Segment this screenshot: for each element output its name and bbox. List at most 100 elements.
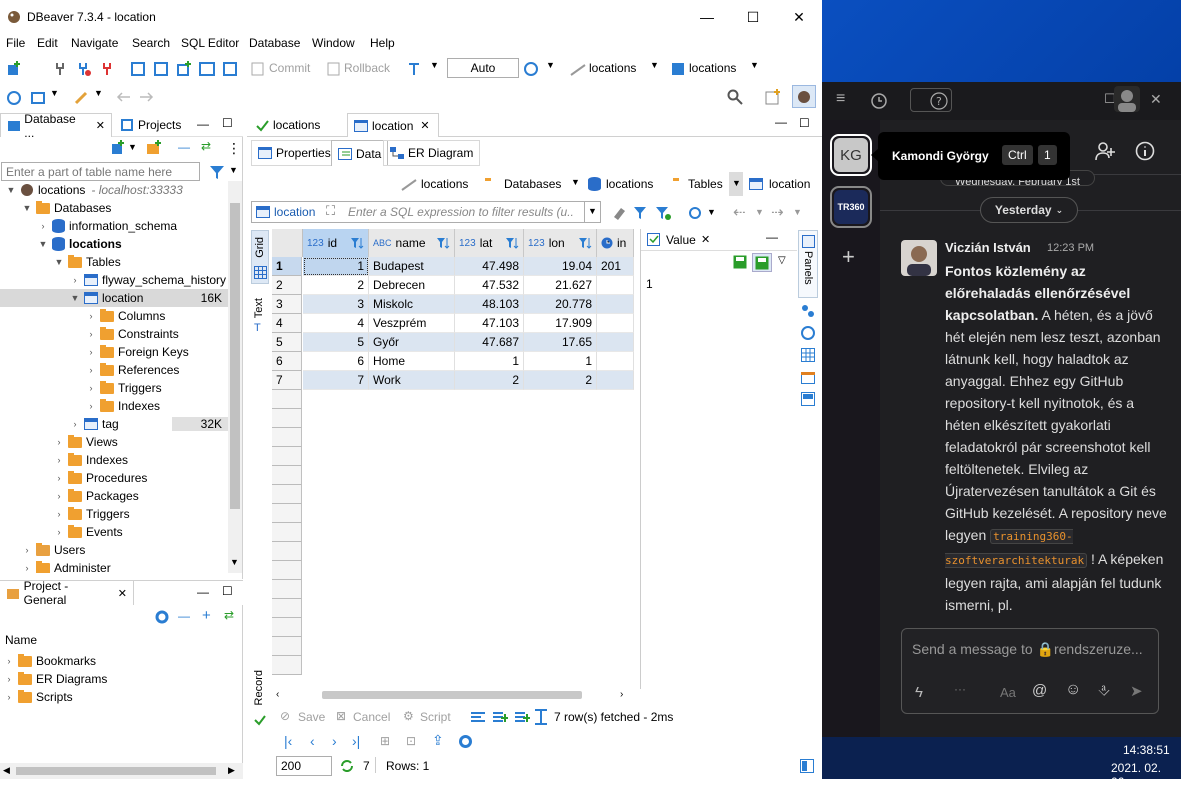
open-sql-console-icon[interactable] (153, 61, 169, 77)
tab-record[interactable]: Record (251, 668, 269, 728)
row-number[interactable]: 5 (272, 333, 302, 352)
last-page-icon[interactable]: ›| (352, 733, 360, 749)
grid-cell-lon[interactable]: 21.627 (524, 276, 597, 295)
breadcrumb-databases[interactable]: Databases (504, 177, 561, 191)
grid-hscrollbar[interactable]: ‹ › (272, 687, 635, 703)
commit-button[interactable]: Commit (269, 61, 310, 75)
open-perspective-icon[interactable] (765, 89, 781, 105)
chevron-left-icon[interactable]: ◀ (3, 765, 10, 776)
grid-cell-in[interactable] (597, 333, 634, 352)
settings-icon[interactable] (154, 609, 170, 625)
scrollbar-thumb[interactable] (16, 767, 216, 775)
calendar-panel-icon[interactable] (801, 370, 815, 384)
grid-cell-lon[interactable]: 20.778 (524, 295, 597, 314)
tab-database-navigator[interactable]: Database ... ✕ (0, 112, 112, 140)
gear-icon[interactable] (458, 734, 473, 749)
new-folder-icon[interactable] (146, 140, 162, 156)
column-header-id[interactable]: 123 id (303, 229, 369, 257)
history-icon[interactable] (870, 92, 888, 110)
chevron-down-icon[interactable]: ▼ (546, 60, 555, 70)
project-hscrollbar[interactable]: ◀ ▶ (0, 763, 243, 779)
link-icon[interactable]: ⇄ (224, 608, 234, 622)
breadcrumb-table[interactable]: location (769, 177, 810, 191)
previous-page-icon[interactable]: ‹ (310, 733, 315, 749)
connect-icon[interactable] (52, 61, 68, 77)
tree-item-information-schema[interactable]: › information_schema (38, 217, 177, 235)
grid-cell-lat[interactable]: 47.498 (455, 257, 524, 276)
grid-cell-lat[interactable]: 48.103 (455, 295, 524, 314)
next-page-icon[interactable]: › (332, 733, 337, 749)
grid-cell-in[interactable] (597, 314, 634, 333)
tree-item-constraints[interactable]: › Constraints (86, 325, 179, 343)
grid-cell-lon[interactable]: 17.65 (524, 333, 597, 352)
tab-project-general[interactable]: Project - General ✕ (0, 579, 134, 607)
close-icon[interactable]: ✕ (96, 119, 105, 132)
tree-item-flyway-schema-history[interactable]: › flyway_schema_history (70, 271, 227, 289)
row-number[interactable]: 1 (272, 257, 302, 276)
tools-icon[interactable] (74, 89, 90, 105)
chevron-down-icon[interactable]: ▼ (128, 142, 137, 152)
chevron-left-icon[interactable]: ‹ (276, 689, 279, 700)
tab-grid[interactable]: Grid (251, 230, 269, 284)
tree-item-tables[interactable]: ▼ Tables (54, 253, 121, 271)
transaction-mode-field[interactable]: Auto (447, 58, 519, 78)
chevron-down-icon[interactable]: ▼ (230, 557, 239, 567)
new-script-icon[interactable] (176, 61, 192, 77)
menu-file[interactable]: File (6, 36, 25, 50)
layout-panel-icon[interactable] (801, 392, 815, 406)
grid-cell-in[interactable] (597, 276, 634, 295)
chevron-down-icon[interactable]: ▼ (650, 60, 659, 70)
sort-filter-icon[interactable] (505, 236, 519, 250)
grid-cell-id[interactable]: 5 (303, 333, 369, 352)
column-header-in[interactable]: in (597, 229, 634, 257)
aggregate-panel-icon[interactable] (801, 326, 815, 340)
close-icon[interactable]: ✕ (420, 119, 429, 132)
grid-cell-id[interactable]: 6 (303, 352, 369, 371)
explain-icon[interactable] (222, 61, 238, 77)
breadcrumb-dropdown[interactable]: ▼ (729, 172, 743, 196)
sql-editor-icon[interactable] (130, 61, 146, 77)
clock-date[interactable]: 2021. 02. 06. (1111, 761, 1181, 789)
workspace-tr360[interactable]: TR360 (830, 186, 872, 228)
maximize-button[interactable]: ☐ (730, 0, 776, 34)
grid-cell-lat[interactable]: 47.103 (455, 314, 524, 333)
dashboard-icon[interactable] (6, 89, 22, 105)
tree-item-procedures[interactable]: › Procedures (54, 469, 147, 487)
tree-item-references[interactable]: › References (86, 361, 179, 379)
first-page-icon[interactable]: |‹ (284, 733, 292, 749)
forward-icon[interactable]: ⇢ (771, 203, 784, 221)
add-people-icon[interactable] (1094, 140, 1116, 162)
chevron-down-icon[interactable]: ▼ (793, 207, 802, 217)
tree-item-locations-db[interactable]: ▼ locations (38, 235, 122, 253)
row-number[interactable]: 4 (272, 314, 302, 333)
help-search-box[interactable]: ? (910, 88, 952, 112)
chevron-down-icon[interactable]: ▼ (707, 207, 716, 217)
minimize-view-icon[interactable]: — (197, 117, 209, 131)
tree-item-administer[interactable]: › Administer (22, 559, 111, 573)
panels-toggle[interactable]: Panels (798, 230, 818, 298)
menu-navigate[interactable]: Navigate (71, 36, 118, 50)
save-value-icon[interactable] (733, 255, 747, 269)
new-connection-icon[interactable] (6, 61, 22, 77)
terminal-icon[interactable] (199, 61, 215, 77)
add-icon[interactable]: + (202, 607, 211, 624)
column-header-name[interactable]: ABC name (369, 229, 455, 257)
sort-filter-icon[interactable] (578, 236, 592, 250)
close-icon[interactable]: ✕ (701, 233, 710, 246)
menu-sql-editor[interactable]: SQL Editor (181, 36, 239, 50)
grid-cell-lat[interactable]: 1 (455, 352, 524, 371)
back-icon[interactable] (116, 89, 132, 105)
minimize-button[interactable]: — (684, 0, 730, 34)
grid-cell-lon[interactable]: 17.909 (524, 314, 597, 333)
tree-item-connection[interactable]: ▼ locations - localhost:33333 (6, 181, 183, 199)
tab-data[interactable]: Data (331, 140, 389, 166)
link-editor-icon[interactable]: ⇄ (201, 139, 211, 153)
cancel-button[interactable]: Cancel (353, 710, 390, 724)
message-author[interactable]: Viczián István (945, 240, 1031, 255)
grid-cell-name[interactable]: Miskolc (369, 295, 455, 314)
export-icon[interactable]: ⇪ (432, 732, 444, 749)
tree-item-databases[interactable]: ▼ Databases (22, 199, 111, 217)
row-number[interactable]: 6 (272, 352, 302, 371)
grid-cell-id[interactable]: 2 (303, 276, 369, 295)
minimize-view-icon[interactable]: — (197, 585, 209, 599)
